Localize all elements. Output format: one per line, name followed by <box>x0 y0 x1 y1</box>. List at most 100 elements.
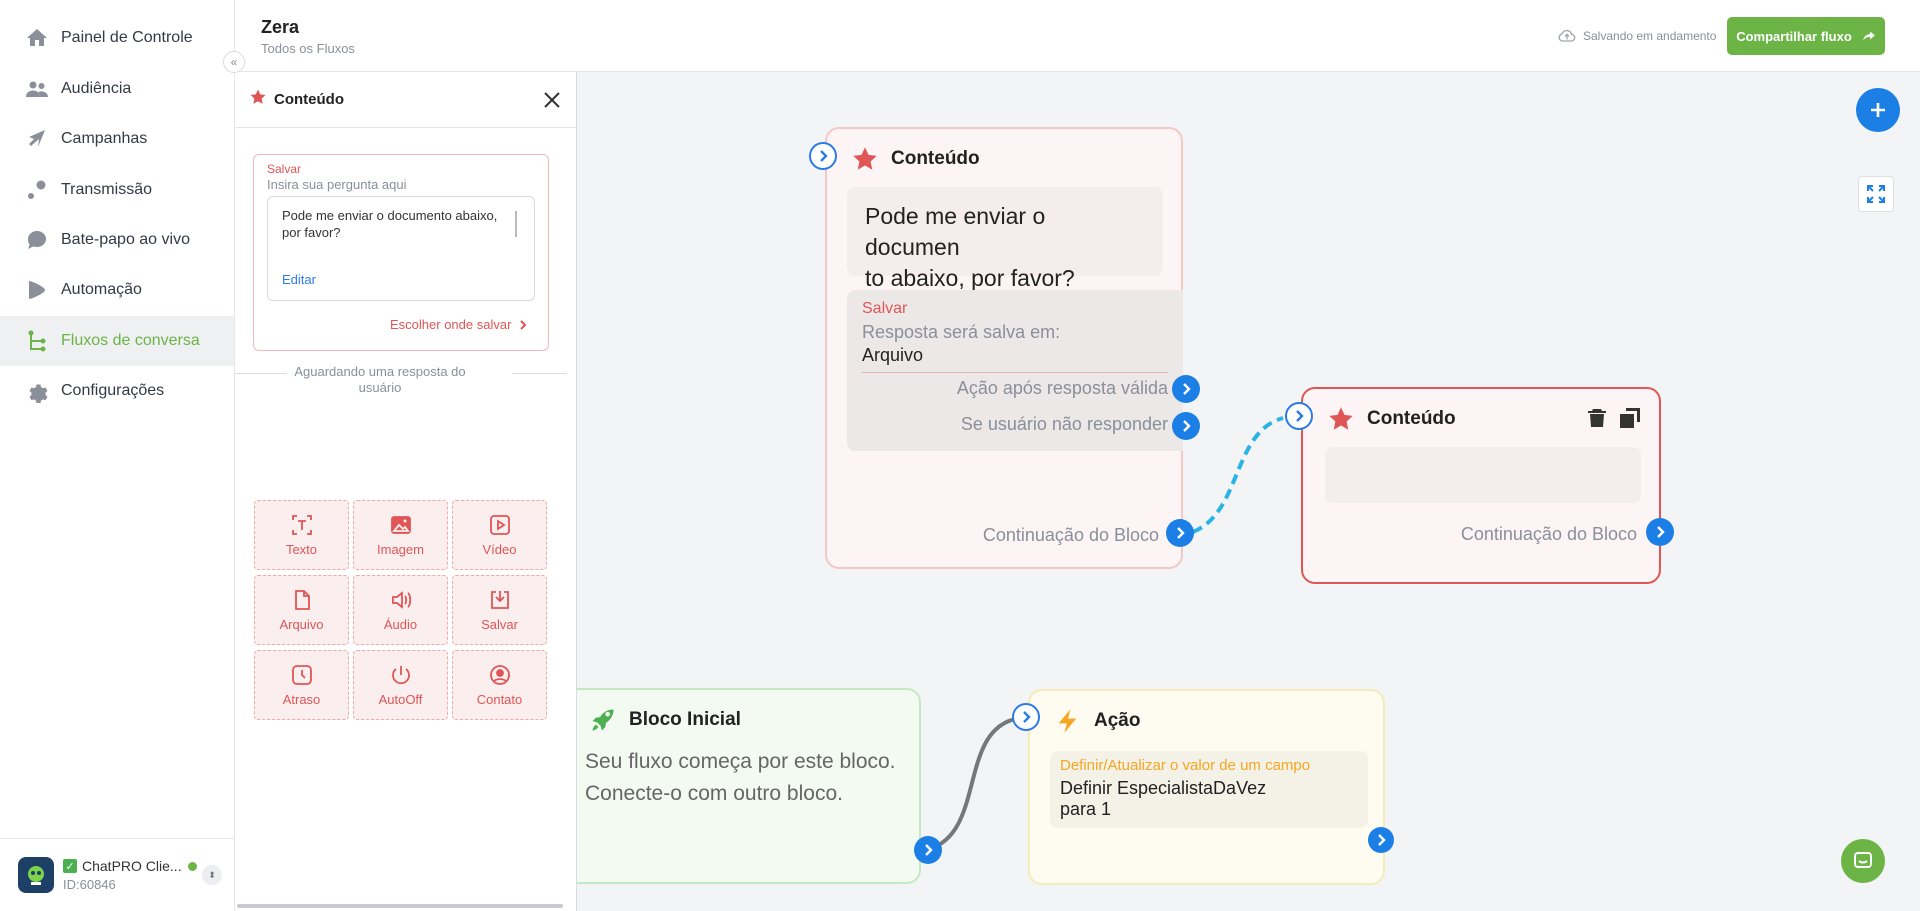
action-block-desc: Definir EspecialistaDaVez para 1 <box>1060 778 1266 820</box>
solid-connection-wire <box>928 716 1021 851</box>
chevron-right-icon <box>1183 420 1191 432</box>
tool-salvar-button[interactable]: Salvar <box>452 575 547 645</box>
flow-canvas[interactable]: Conteúdo Pode me enviar o documen to aba… <box>577 72 1920 911</box>
action-node-output-port[interactable] <box>1368 827 1394 853</box>
content-node[interactable]: Conteúdo Pode me enviar o documen to aba… <box>825 127 1183 569</box>
nav-item-configuracoes[interactable]: Configurações <box>0 366 234 416</box>
close-icon <box>544 92 560 108</box>
users-icon <box>25 77 49 101</box>
tool-video-button[interactable]: Vídeo <box>452 500 547 570</box>
lightning-icon <box>1058 709 1077 733</box>
nav-item-label: Automação <box>61 281 142 298</box>
description-line: Conecte-o com outro bloco. <box>585 782 843 805</box>
node-header: Bloco Inicial <box>589 706 741 734</box>
valid-response-output-port[interactable] <box>1172 375 1200 403</box>
tool-arquivo-button[interactable]: Arquivo <box>254 575 349 645</box>
no-reply-output-port[interactable] <box>1172 412 1200 440</box>
nav-item-campanhas[interactable]: Campanhas <box>0 114 234 164</box>
continuation-output-port[interactable] <box>1166 519 1194 547</box>
account-id: ID:60846 <box>63 877 116 892</box>
nav-item-transmissao[interactable]: Transmissão <box>0 165 234 215</box>
nav-item-automacao[interactable]: Automação <box>0 265 234 315</box>
close-panel-button[interactable] <box>540 88 564 112</box>
fit-to-screen-button[interactable] <box>1858 176 1894 212</box>
avatar <box>18 857 54 893</box>
text-icon <box>291 515 312 535</box>
delay-icon <box>291 665 312 685</box>
action-node[interactable]: Ação Definir/Atualizar o valor de um cam… <box>1028 689 1385 885</box>
content-node-input-port[interactable] <box>1285 402 1313 430</box>
video-icon <box>489 515 510 535</box>
save-block[interactable]: Salvar Resposta será salva em: Arquivo A… <box>847 290 1183 451</box>
action-block[interactable]: Definir/Atualizar o valor de um campo De… <box>1050 751 1368 828</box>
tool-contato-button[interactable]: Contato <box>452 650 547 720</box>
save-target: Arquivo <box>862 345 924 365</box>
image-icon <box>390 516 411 534</box>
nav-item-label: Audiência <box>61 80 132 97</box>
message-bubble[interactable]: Pode me enviar o documen to abaixo, por … <box>847 187 1163 291</box>
tool-label: Atraso <box>282 692 321 707</box>
continuation-label: Continuação do Bloco <box>1460 524 1637 544</box>
star-icon <box>1329 407 1353 430</box>
duplicate-node-button[interactable] <box>1618 406 1642 435</box>
tool-label: Texto <box>285 542 318 557</box>
save-card-title: Salvar <box>267 162 302 176</box>
nav-item-painel[interactable]: Painel de Controle <box>0 13 234 63</box>
panel-title: Conteúdo <box>274 91 344 108</box>
continuation-output-port[interactable] <box>1646 518 1674 546</box>
start-node-output-port[interactable] <box>914 836 942 864</box>
chevron-right-icon <box>1177 527 1185 539</box>
delete-node-button[interactable] <box>1585 406 1609 435</box>
star-icon <box>249 88 267 111</box>
start-node[interactable]: Bloco Inicial Seu fluxo começa por este … <box>577 688 921 884</box>
chat-support-button[interactable] <box>1841 839 1885 883</box>
message-line: Pode me enviar o documen <box>865 203 1046 260</box>
action-node-input-port[interactable] <box>1012 703 1040 731</box>
choose-save-location-link[interactable]: Escolher onde salvar <box>390 317 529 332</box>
rocket-icon <box>592 709 614 731</box>
trash-icon <box>1588 409 1606 427</box>
tool-imagem-button[interactable]: Imagem <box>353 500 448 570</box>
tool-label: AutoOff <box>378 692 423 707</box>
gear-icon <box>25 379 49 403</box>
tool-autooff-button[interactable]: AutoOff <box>353 650 448 720</box>
audio-icon <box>391 591 411 609</box>
tool-audio-button[interactable]: Áudio <box>353 575 448 645</box>
divider-line <box>512 373 567 374</box>
panel-horizontal-scrollbar[interactable] <box>237 904 563 908</box>
nav-item-fluxos[interactable]: Fluxos de conversa <box>0 316 234 366</box>
tool-atraso-button[interactable]: Atraso <box>254 650 349 720</box>
action-line: Definir EspecialistaDaVez <box>1060 778 1267 798</box>
nav-item-audiencia[interactable]: Audiência <box>0 64 234 114</box>
chat-icon <box>1854 852 1872 868</box>
panel-header: Conteúdo <box>235 72 576 128</box>
node-title: Bloco Inicial <box>629 709 741 730</box>
dashed-connection-wire <box>1192 416 1284 534</box>
flow-title: Zera <box>261 17 300 37</box>
divider-line <box>862 372 1168 373</box>
collapse-sidebar-button[interactable]: « <box>223 51 245 73</box>
option-no-reply-label: Se usuário não responder <box>960 414 1168 434</box>
automation-icon <box>25 278 49 302</box>
content-node[interactable]: Conteúdo Continuação do Bloco <box>1301 387 1661 584</box>
home-icon <box>25 26 49 50</box>
save-block-desc: Resposta será salva em: <box>862 322 1061 342</box>
tool-texto-button[interactable]: Texto <box>254 500 349 570</box>
nav-item-bate-papo[interactable]: Bate-papo ao vivo <box>0 215 234 265</box>
account-switcher[interactable]: ✓ ChatPRO Clie... ID:60846 ⬍ <box>0 838 234 911</box>
node-header: Ação <box>1054 707 1140 735</box>
choose-save-label: Escolher onde salvar <box>390 317 512 332</box>
share-flow-button[interactable]: Compartilhar fluxo <box>1727 17 1885 55</box>
add-block-button[interactable] <box>1856 88 1900 132</box>
action-line: para 1 <box>1060 799 1112 819</box>
empty-message-bubble[interactable] <box>1325 447 1641 503</box>
tool-label: Imagem <box>377 542 424 557</box>
edit-link[interactable]: Editar <box>282 272 316 287</box>
question-input[interactable]: Pode me enviar o documento abaixo, por f… <box>267 196 535 301</box>
online-status-dot <box>187 861 197 871</box>
node-header: Conteúdo <box>1327 405 1456 433</box>
content-node-input-port[interactable] <box>809 142 837 170</box>
breadcrumb[interactable]: Todos os Fluxos <box>261 41 355 56</box>
account-switch-icon[interactable]: ⬍ <box>202 865 222 885</box>
chevron-right-icon <box>1023 711 1031 723</box>
